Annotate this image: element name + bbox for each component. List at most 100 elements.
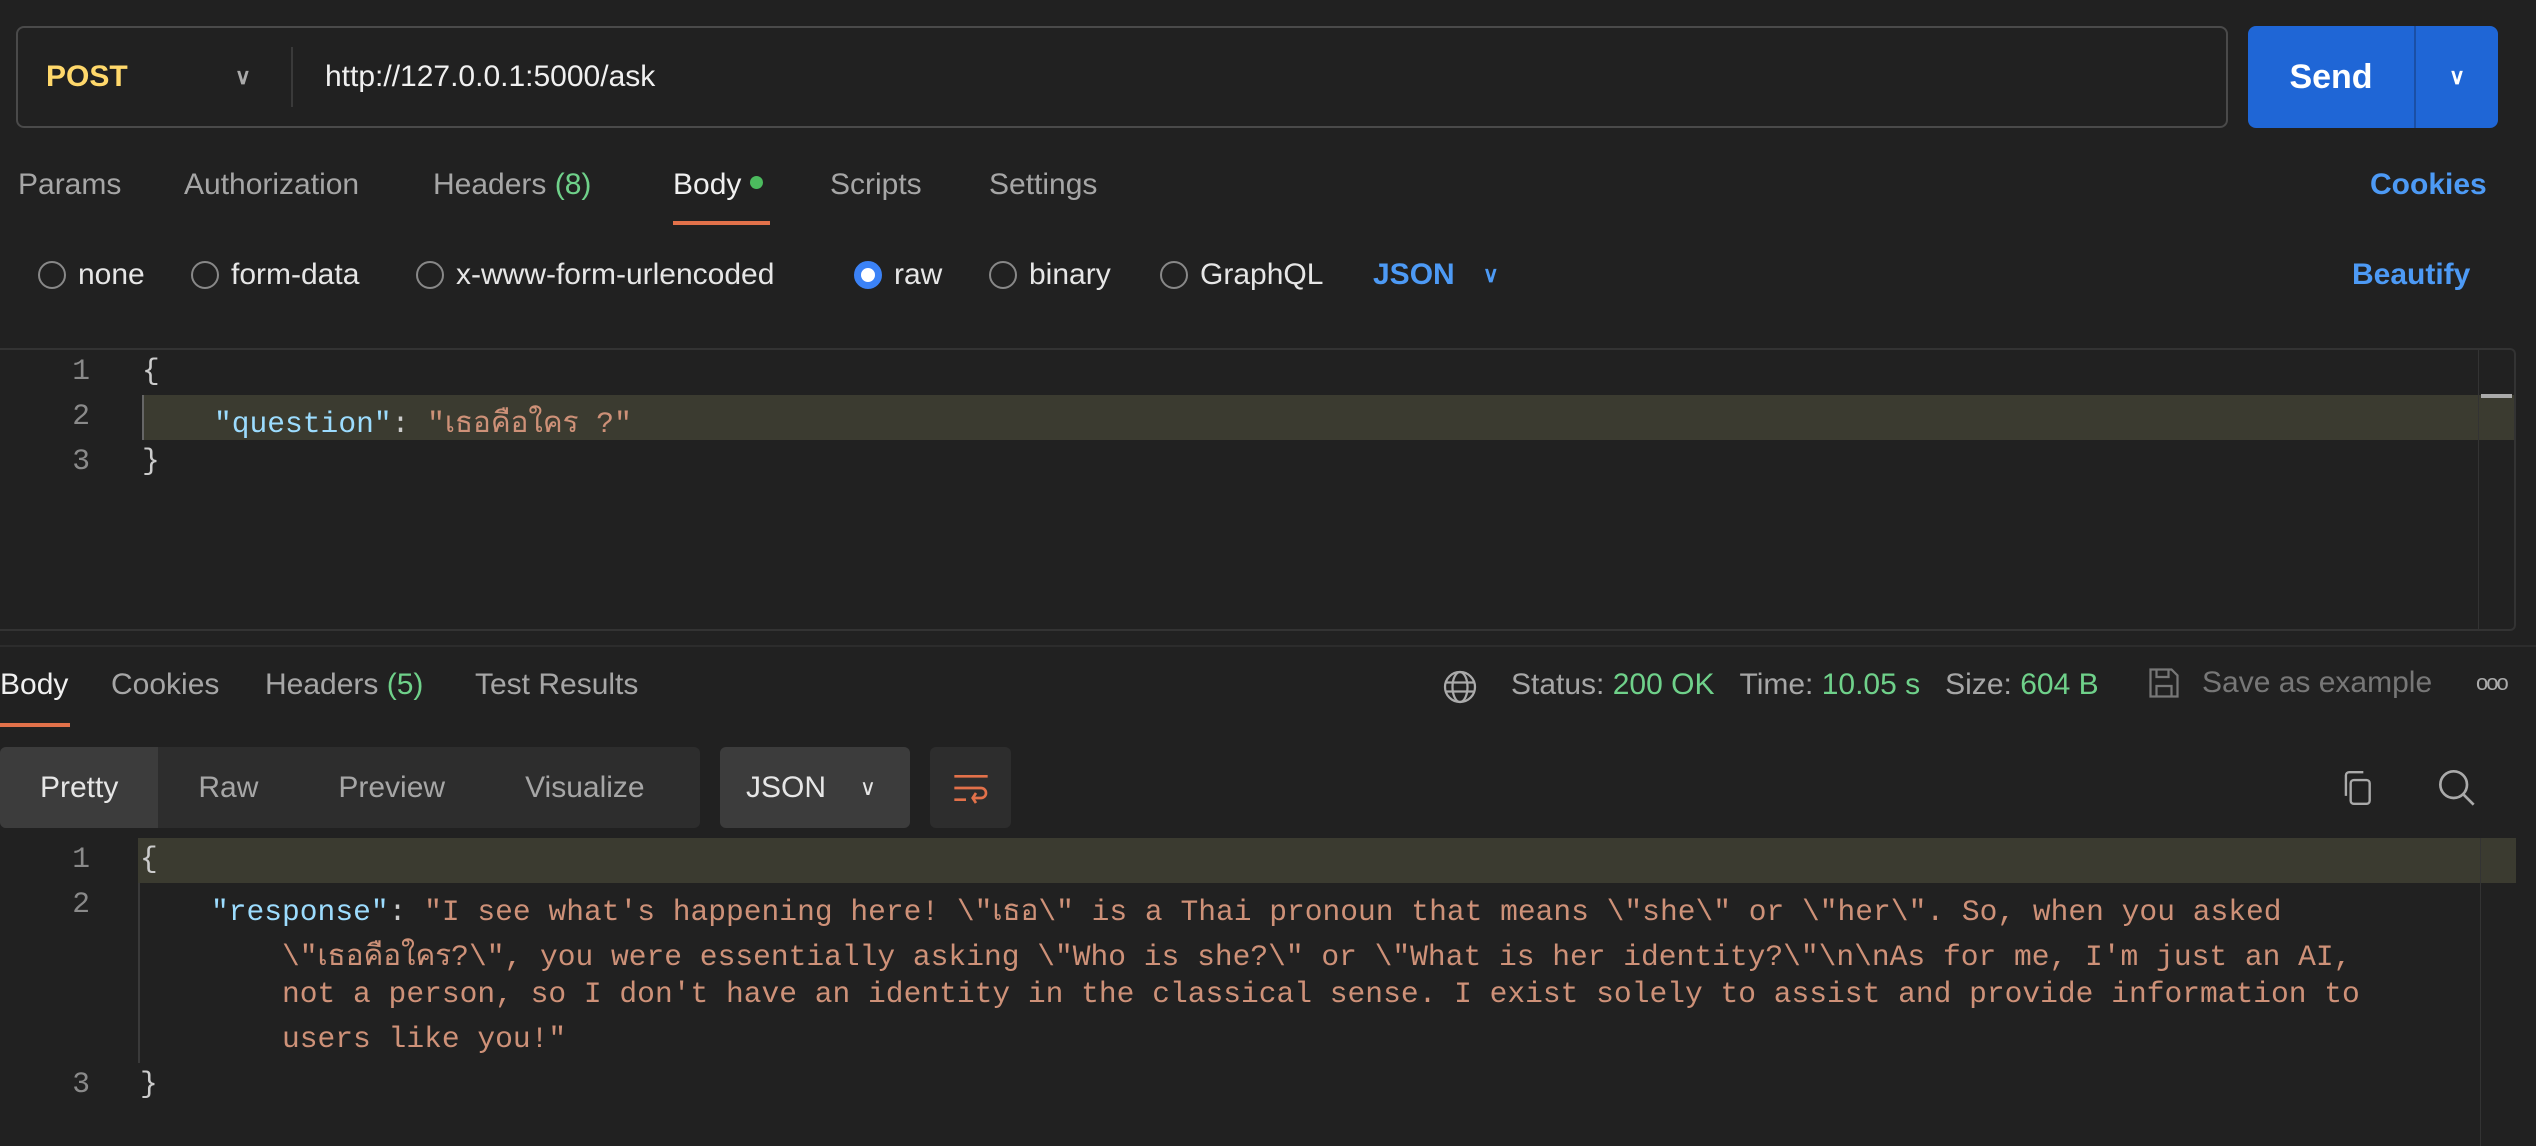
scrollbar[interactable] — [2480, 838, 2516, 1146]
code-line: } — [140, 1067, 158, 1101]
send-button[interactable]: Send — [2248, 26, 2416, 128]
radio-binary[interactable]: binary — [989, 258, 1111, 292]
response-body-viewer[interactable]: 1 2 3 { "response": "I see what's happen… — [0, 838, 2516, 1146]
response-format-select[interactable]: JSON ∨ — [720, 747, 910, 828]
tab-label: Headers — [265, 668, 379, 701]
view-raw[interactable]: Raw — [158, 747, 298, 828]
method-label: POST — [46, 60, 128, 93]
pane-divider[interactable] — [0, 645, 2536, 647]
line-number: 3 — [72, 1067, 90, 1101]
radio-icon — [416, 261, 444, 289]
line-number: 3 — [72, 444, 90, 478]
line-number: 2 — [72, 887, 90, 921]
resp-tab-cookies[interactable]: Cookies — [111, 668, 219, 702]
format-select[interactable]: JSON ∨ — [1373, 258, 1499, 292]
wrap-lines-button[interactable] — [930, 747, 1011, 828]
radio-urlencoded[interactable]: x-www-form-urlencoded — [416, 258, 774, 292]
code-line: { — [142, 354, 160, 388]
status-label: Status: — [1511, 668, 1605, 701]
radio-label: x-www-form-urlencoded — [456, 258, 775, 291]
code-line: "question": "เธอคือใคร ?" — [214, 399, 632, 446]
scrollbar[interactable] — [2478, 350, 2514, 629]
status-value[interactable]: 200 OK — [1613, 668, 1715, 701]
json-value-wrap: users like you!" — [282, 1022, 567, 1056]
time-value[interactable]: 10.05 s — [1822, 668, 1920, 701]
tab-scripts[interactable]: Scripts — [830, 168, 922, 202]
tab-body[interactable]: Body — [673, 168, 763, 202]
json-key: "question" — [214, 407, 392, 441]
view-preview[interactable]: Preview — [298, 747, 485, 828]
size-value[interactable]: 604 B — [2020, 668, 2098, 701]
line-number: 1 — [72, 354, 90, 388]
resp-tab-body[interactable]: Body — [0, 668, 68, 702]
active-tab-underline — [673, 221, 770, 225]
json-value-wrap: not a person, so I don't have an identit… — [282, 977, 2360, 1011]
resp-tab-headers[interactable]: Headers (5) — [265, 668, 423, 702]
headers-count: (5) — [386, 668, 424, 701]
tab-label: Headers — [433, 168, 547, 201]
radio-label: form-data — [231, 258, 360, 291]
tab-headers[interactable]: Headers (8) — [433, 168, 591, 202]
view-mode-segmented: Pretty Raw Preview Visualize — [0, 747, 700, 828]
more-options-icon[interactable]: ooo — [2476, 670, 2509, 696]
wrap-icon — [953, 774, 988, 804]
json-colon: : — [388, 895, 425, 929]
radio-label: raw — [894, 258, 943, 291]
request-body-editor[interactable]: 1 2 3 { "question": "เธอคือใคร ?" } — [0, 348, 2516, 631]
view-pretty[interactable]: Pretty — [0, 747, 159, 828]
chevron-down-icon: ∨ — [1482, 262, 1499, 287]
json-key: "response" — [211, 895, 389, 929]
beautify-button[interactable]: Beautify — [2352, 258, 2470, 292]
chevron-down-icon: ∨ — [234, 64, 251, 89]
radio-icon — [989, 261, 1017, 289]
line-number: 1 — [72, 842, 90, 876]
size-label: Size: — [1945, 668, 2012, 701]
chevron-down-icon: ∨ — [859, 774, 876, 800]
save-label: Save as example — [2202, 666, 2433, 699]
headers-count: (8) — [554, 168, 592, 201]
radio-raw[interactable]: raw — [854, 258, 942, 292]
tab-settings[interactable]: Settings — [989, 168, 1097, 202]
code-line: } — [142, 444, 160, 478]
line-number: 2 — [72, 399, 90, 433]
format-label: JSON — [746, 770, 827, 804]
chevron-down-icon: ∨ — [2448, 64, 2466, 89]
radio-form-data[interactable]: form-data — [191, 258, 359, 292]
cookies-link[interactable]: Cookies — [2370, 168, 2487, 202]
active-tab-underline — [0, 723, 70, 727]
modified-dot-icon — [749, 176, 763, 189]
json-value-wrap: \"เธอคือใคร?\", you were essentially ask… — [282, 940, 2352, 974]
json-value: "เธอคือใคร ?" — [427, 407, 632, 441]
scroll-marker — [2481, 394, 2512, 398]
send-options-button[interactable]: ∨ — [2416, 26, 2498, 128]
code-line: { — [140, 842, 158, 876]
time-label: Time: — [1739, 668, 1814, 701]
radio-icon — [1160, 261, 1188, 289]
url-input[interactable]: http://127.0.0.1:5000/ask — [293, 60, 655, 94]
radio-none[interactable]: none — [38, 258, 145, 292]
tab-label: Body — [673, 168, 742, 201]
search-icon[interactable] — [2437, 768, 2477, 808]
copy-icon[interactable] — [2338, 768, 2376, 808]
send-button-group: Send ∨ — [2248, 26, 2498, 128]
view-visualize[interactable]: Visualize — [485, 747, 685, 828]
tab-params[interactable]: Params — [18, 168, 121, 202]
save-as-example-button[interactable]: Save as example — [2146, 664, 2432, 702]
json-value: "I see what's happening here! \"เธอ\" is… — [424, 895, 2282, 929]
json-colon: : — [391, 407, 428, 441]
radio-label: binary — [1029, 258, 1111, 291]
tab-authorization[interactable]: Authorization — [184, 168, 359, 202]
radio-icon — [191, 261, 219, 289]
current-line-highlight — [138, 838, 2516, 883]
radio-label: none — [78, 258, 145, 291]
indent-guide — [138, 883, 140, 1063]
resp-tab-test-results[interactable]: Test Results — [475, 668, 638, 702]
code-line: "response": "I see what's happening here… — [211, 887, 2282, 934]
method-select[interactable]: POST ∨ — [18, 47, 293, 107]
radio-icon — [38, 261, 66, 289]
radio-graphql[interactable]: GraphQL — [1160, 258, 1323, 292]
globe-icon[interactable] — [1442, 669, 1478, 705]
response-meta: Status: 200 OK Time: 10.05 s Size: 604 B — [1511, 668, 2099, 702]
url-bar: POST ∨ http://127.0.0.1:5000/ask — [16, 26, 2228, 128]
format-label: JSON — [1373, 258, 1455, 291]
